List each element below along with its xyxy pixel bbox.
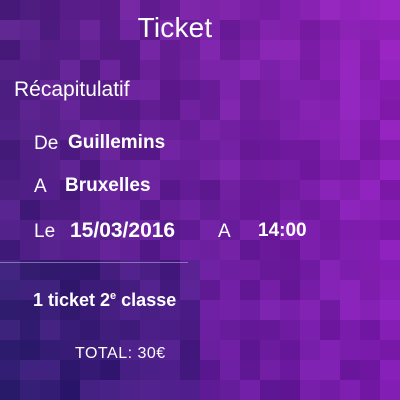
page-title: Ticket [137,12,213,43]
ticket-summary-screen: Ticket Récapitulatif De Guillemins A Bru… [0,0,400,400]
date-label: Le [34,221,56,242]
divider [0,262,188,263]
total-price: TOTAL: 30€ [75,345,166,362]
ticket-count-text: 1 ticket 2 [33,290,111,310]
from-label: De [34,133,59,154]
time-value: 14:00 [258,220,307,241]
date-value: 15/03/2016 [70,219,176,242]
from-station-value: Guillemins [68,132,166,153]
to-station-value: Bruxelles [65,175,151,196]
time-label: A [218,221,231,242]
ticket-description: 1 ticket 2e classe [33,290,176,311]
ticket-class-text: classe [116,290,177,310]
to-label: A [34,176,47,197]
summary-section-title: Récapitulatif [14,78,130,101]
